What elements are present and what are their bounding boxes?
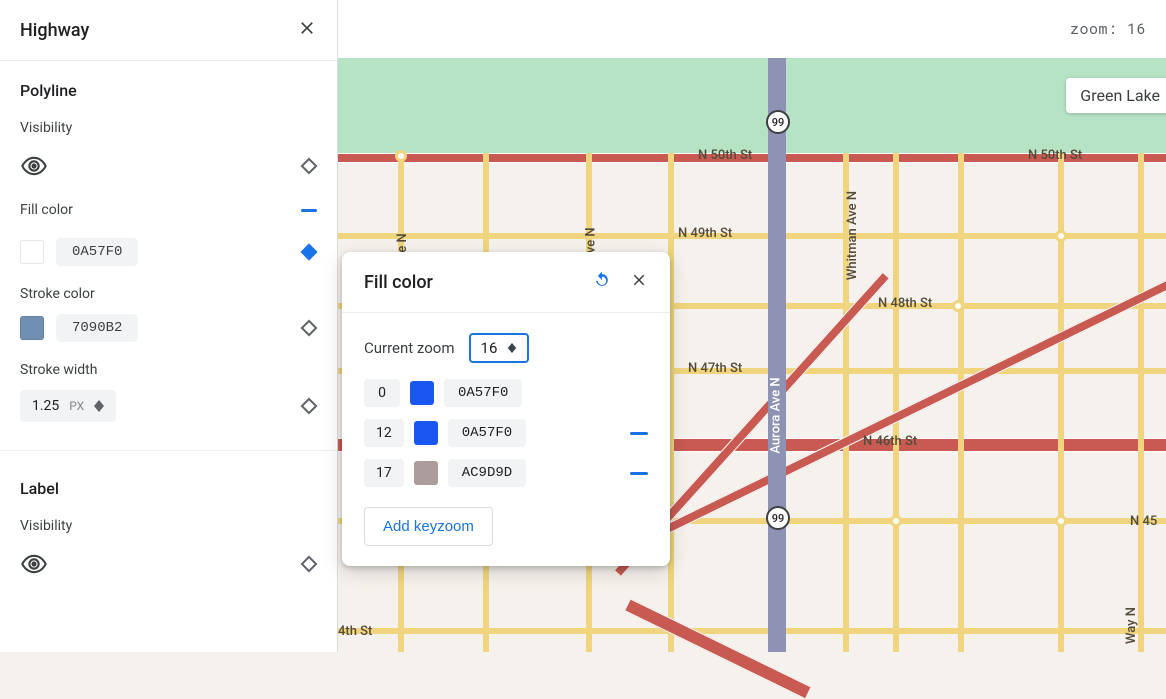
keyzoom-row: 12 0A57F0 [364, 419, 648, 447]
road [1138, 153, 1144, 652]
keyzoom-hex[interactable]: 0A57F0 [448, 419, 526, 447]
keyzoom-swatch[interactable] [414, 461, 438, 485]
fill-color-label: Fill color [20, 202, 73, 218]
road [338, 233, 1166, 239]
zoom-display: zoom: 16 [1070, 19, 1146, 39]
stroke-width-label: Stroke width [20, 362, 317, 378]
street-label: 4th St [338, 624, 372, 639]
highway [768, 58, 786, 652]
street-label: N 48th St [878, 296, 932, 311]
current-zoom-label: Current zoom [364, 339, 455, 357]
add-keyzoom-button[interactable]: Add keyzoom [364, 507, 493, 546]
stroke-color-indicator[interactable] [301, 320, 317, 336]
visibility-indicator[interactable] [301, 158, 317, 174]
keyzoom-row: 0 0A57F0 [364, 379, 648, 407]
street-label: Aurora Ave N [769, 377, 784, 453]
intersection-dot [890, 515, 902, 527]
remove-keyzoom-icon[interactable] [630, 432, 648, 435]
popover-body: Current zoom 16 0 0A57F0 12 0A57F0 17 AC… [342, 313, 670, 566]
street-label: N 46th St [863, 434, 917, 449]
keyzoom-hex[interactable]: AC9D9D [448, 459, 526, 487]
fill-color-indicator[interactable] [301, 202, 317, 218]
eye-icon[interactable] [20, 152, 48, 180]
fill-color-keyzoom-indicator[interactable] [301, 244, 317, 260]
marker-label: Green Lake [1066, 78, 1166, 113]
visibility-label: Visibility [20, 120, 317, 136]
street-label: N 47th St [688, 361, 742, 376]
street-label: N 50th St [698, 148, 752, 163]
road [338, 628, 1166, 634]
intersection-dot [395, 150, 407, 162]
route-shield: 99 [766, 506, 790, 530]
reset-icon[interactable] [592, 270, 612, 294]
fill-color-hex[interactable]: 0A57F0 [56, 238, 138, 266]
visibility-indicator[interactable] [301, 556, 317, 572]
stroke-color-label: Stroke color [20, 286, 317, 302]
stroke-color-hex[interactable]: 7090B2 [56, 314, 138, 342]
fill-color-popover: Fill color Current zoom 16 0 0A57F0 [342, 252, 670, 566]
remove-keyzoom-icon[interactable] [630, 472, 648, 475]
stepper-icon[interactable] [94, 400, 104, 412]
stroke-width-input[interactable]: 1.25 PX [20, 390, 116, 422]
fill-color-row: 0A57F0 [20, 238, 317, 266]
stroke-width-value: 1.25 [32, 398, 59, 414]
road [958, 153, 964, 652]
map-topbar: zoom: 16 [338, 0, 1166, 58]
street-label: N 45 [1130, 514, 1157, 529]
sidebar-title: Highway [20, 20, 89, 41]
route-shield: 99 [766, 110, 790, 134]
road [616, 215, 1166, 557]
current-zoom-input[interactable]: 16 [469, 333, 530, 363]
sidebar: Highway Polyline Visibility Fill color 0… [0, 0, 338, 652]
eye-icon[interactable] [20, 550, 48, 578]
polyline-section: Polyline Visibility Fill color 0A57F0 St… [0, 61, 337, 442]
keyzoom-hex[interactable]: 0A57F0 [444, 379, 522, 407]
keyzoom-level[interactable]: 17 [364, 459, 404, 487]
keyzoom-swatch[interactable] [410, 381, 434, 405]
fill-color-swatch[interactable] [20, 240, 44, 264]
stroke-width-unit: PX [69, 399, 84, 413]
close-icon[interactable] [297, 18, 317, 42]
stepper-icon[interactable] [507, 343, 517, 353]
street-label: Whitman Ave N [845, 191, 860, 280]
park-area [338, 58, 1166, 158]
keyzoom-row: 17 AC9D9D [364, 459, 648, 487]
stroke-color-swatch[interactable] [20, 316, 44, 340]
section-heading: Polyline [20, 81, 317, 100]
street-label: Way N [1124, 607, 1139, 644]
street-label: N 50th St [1028, 148, 1082, 163]
keyzoom-swatch[interactable] [414, 421, 438, 445]
intersection-dot [1055, 230, 1067, 242]
keyzoom-level[interactable]: 12 [364, 419, 404, 447]
popover-header: Fill color [342, 252, 670, 313]
road [893, 153, 899, 652]
intersection-dot [952, 300, 964, 312]
intersection-dot [1055, 515, 1067, 527]
divider [0, 450, 337, 451]
keyzoom-level[interactable]: 0 [364, 379, 400, 407]
section-heading: Label [20, 479, 317, 498]
road [1058, 153, 1064, 652]
street-label: N 49th St [678, 226, 732, 241]
stroke-width-indicator[interactable] [301, 398, 317, 414]
label-section: Label Visibility [0, 459, 337, 610]
close-icon[interactable] [630, 271, 648, 293]
visibility-label: Visibility [20, 518, 317, 534]
current-zoom-value: 16 [481, 339, 498, 357]
popover-title: Fill color [364, 272, 433, 293]
sidebar-header: Highway [0, 0, 337, 61]
stroke-color-row: 7090B2 [20, 314, 317, 342]
